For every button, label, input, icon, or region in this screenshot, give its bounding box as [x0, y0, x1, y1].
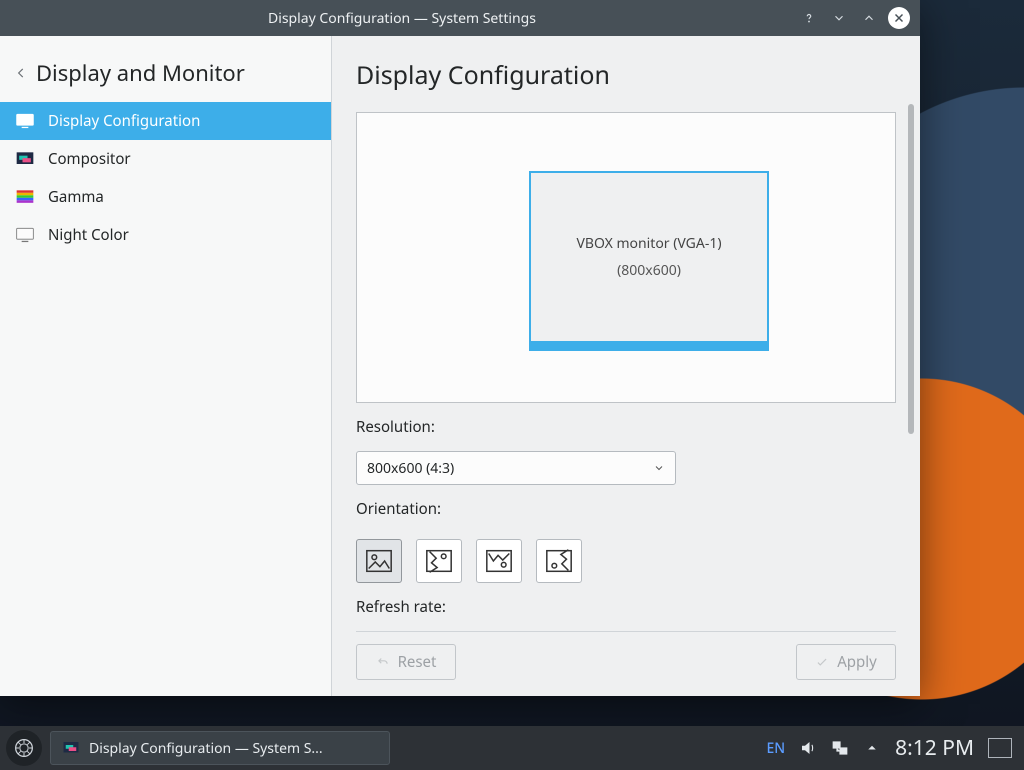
show-desktop[interactable]	[988, 738, 1012, 758]
resolution-label: Resolution:	[356, 417, 896, 437]
sidebar-item-label: Compositor	[48, 149, 131, 169]
reset-button[interactable]: Reset	[356, 644, 456, 680]
help-icon[interactable]	[798, 7, 820, 29]
tray-expand-arrow[interactable]	[863, 739, 881, 757]
sidebar-back-header[interactable]: Display and Monitor	[0, 42, 331, 102]
chevron-down-icon	[653, 462, 665, 474]
sidebar-item-label: Night Color	[48, 225, 129, 245]
page-title: Display Configuration	[356, 58, 896, 92]
orientation-270[interactable]	[536, 539, 582, 583]
minimize-icon[interactable]	[828, 7, 850, 29]
content-scrollbar[interactable]	[908, 104, 914, 434]
show-desktop-icon	[988, 738, 1012, 758]
window-title: Display Configuration — System Settings	[6, 9, 798, 28]
taskbar-task-label: Display Configuration — System S...	[89, 739, 323, 758]
compositor-icon	[14, 148, 36, 170]
resolution-select[interactable]: 800x600 (4:3)	[356, 451, 676, 485]
resolution-value: 800x600 (4:3)	[367, 459, 454, 478]
taskbar-task-system-settings[interactable]: Display Configuration — System S...	[50, 731, 390, 765]
monitor-name: VBOX monitor (VGA-1)	[576, 234, 721, 253]
panel-clock[interactable]: 8:12 PM	[895, 734, 974, 762]
night-color-icon	[14, 224, 36, 246]
volume-icon[interactable]	[799, 739, 817, 757]
monitor-icon	[14, 110, 36, 132]
refresh-rate-label: Refresh rate:	[356, 597, 896, 617]
system-tray: EN 8:12 PM	[766, 734, 1018, 762]
apply-button-label: Apply	[837, 652, 877, 672]
gamma-icon	[14, 186, 36, 208]
kde-logo-icon	[14, 738, 34, 758]
network-icon[interactable]	[831, 739, 849, 757]
orientation-180[interactable]	[476, 539, 522, 583]
window-titlebar[interactable]: Display Configuration — System Settings	[0, 0, 920, 36]
sidebar-item-label: Display Configuration	[48, 111, 200, 131]
keyboard-layout-indicator[interactable]: EN	[766, 739, 785, 758]
check-icon	[815, 655, 829, 669]
monitor-layout-preview[interactable]: VBOX monitor (VGA-1) (800x600)	[356, 112, 896, 403]
monitor-tile[interactable]: VBOX monitor (VGA-1) (800x600)	[529, 171, 769, 351]
main-content: Display Configuration VBOX monitor (VGA-…	[332, 36, 920, 696]
monitor-resolution: (800x600)	[617, 261, 681, 280]
sidebar-header-text: Display and Monitor	[36, 58, 245, 88]
sidebar-item-night-color[interactable]: Night Color	[0, 216, 331, 254]
orientation-normal[interactable]	[356, 539, 402, 583]
system-settings-icon	[61, 738, 81, 758]
system-settings-window: Display Configuration — System Settings …	[0, 0, 920, 696]
apply-button[interactable]: Apply	[796, 644, 896, 680]
chevron-left-icon	[14, 66, 28, 80]
sidebar-item-label: Gamma	[48, 187, 104, 207]
sidebar-item-display-configuration[interactable]: Display Configuration	[0, 102, 331, 140]
orientation-90[interactable]	[416, 539, 462, 583]
application-launcher[interactable]	[6, 730, 42, 766]
reset-button-label: Reset	[398, 652, 437, 672]
orientation-label: Orientation:	[356, 499, 896, 519]
maximize-icon[interactable]	[858, 7, 880, 29]
sidebar-item-compositor[interactable]: Compositor	[0, 140, 331, 178]
taskbar-panel[interactable]: Display Configuration — System S... EN 8…	[0, 726, 1024, 770]
sidebar: Display and Monitor Display Configuratio…	[0, 36, 332, 696]
sidebar-item-gamma[interactable]: Gamma	[0, 178, 331, 216]
close-icon[interactable]	[888, 7, 910, 29]
undo-icon	[376, 655, 390, 669]
